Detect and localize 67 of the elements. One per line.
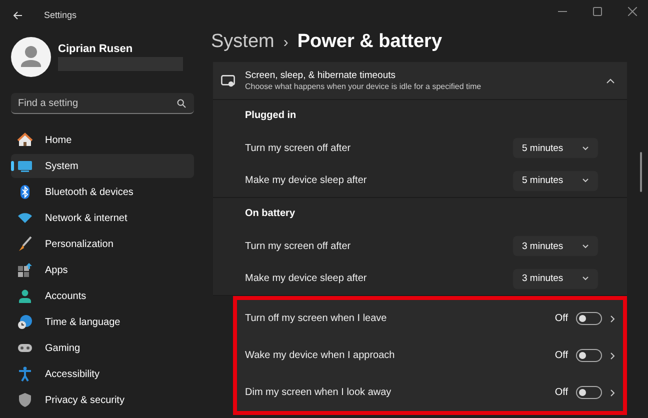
toggle-switch[interactable] (576, 386, 602, 399)
nav-item[interactable]: Bluetooth & devices (11, 180, 194, 204)
search-icon (177, 99, 186, 108)
brush-icon (17, 236, 33, 252)
house-icon (17, 132, 33, 148)
close-icon[interactable] (628, 6, 637, 16)
presence-setting-card[interactable]: Dim my screen when I look away Off (237, 374, 623, 411)
toggle-status: Off (554, 313, 568, 324)
apps-grid-icon (17, 262, 33, 278)
duration-dropdown[interactable]: 5 minutes (513, 170, 598, 191)
setting-label: Make my device sleep after (245, 175, 367, 186)
timeouts-expander-header[interactable]: Screen, sleep, & hibernate timeouts Choose what happens when your device is idle for a specified time (213, 62, 627, 100)
toggle-status: Off (554, 387, 568, 398)
chevron-right-icon (610, 388, 615, 396)
setting-label: Turn my screen off after (245, 142, 351, 154)
nav-item[interactable]: Network & internet (11, 206, 194, 230)
nav-item[interactable]: Gaming (11, 336, 194, 360)
setting-label: Turn my screen off after (245, 240, 351, 252)
nav-item[interactable]: System (11, 154, 194, 178)
section-description: Choose what happens when your device is idle for a specified time (245, 82, 482, 91)
nav-item[interactable]: Accessibility (11, 362, 194, 386)
chevron-right-icon (610, 352, 615, 360)
duration-dropdown[interactable]: 5 minutes (513, 138, 598, 158)
toggle-switch[interactable] (576, 349, 602, 362)
shield-icon (17, 392, 33, 408)
account-name: Ciprian Rusen (58, 43, 134, 55)
chevron-down-icon (582, 146, 589, 151)
section-title: Screen, sleep, & hibernate timeouts (245, 70, 397, 81)
presence-setting-card[interactable]: Wake my device when I approach Off (237, 337, 623, 374)
page-title: Power & battery (297, 31, 442, 53)
group-heading: On battery (244, 207, 296, 221)
monitor-icon (17, 158, 33, 174)
nav-item[interactable]: Home (11, 128, 194, 152)
maximize-icon[interactable] (593, 6, 602, 16)
setting-label: Turn off my screen when I leave (245, 313, 388, 324)
wifi-icon (17, 210, 33, 226)
person-icon (17, 288, 33, 304)
group-heading: Plugged in (244, 109, 298, 123)
nav-item[interactable]: Apps (11, 258, 194, 282)
scrollbar[interactable] (640, 152, 642, 192)
avatar-icon (11, 37, 51, 77)
chevron-down-icon (582, 276, 589, 282)
toggle-switch[interactable] (576, 312, 602, 325)
duration-dropdown[interactable]: 3 minutes (513, 268, 598, 289)
setting-label: Make my device sleep after (245, 273, 367, 284)
nav-item[interactable]: Personalization (11, 232, 194, 256)
nav-item[interactable]: Accounts (11, 284, 194, 308)
search-field[interactable]: Find a setting (11, 93, 194, 114)
nav-item[interactable]: Privacy & security (11, 388, 194, 412)
accessibility-icon (17, 366, 33, 382)
toggle-status: Off (554, 350, 568, 361)
chevron-icon (606, 78, 615, 84)
chevron-down-icon (582, 244, 589, 249)
globe-clock-icon (17, 314, 33, 330)
breadcrumb-separator: › (283, 34, 288, 50)
breadcrumb-parent[interactable]: System (211, 31, 274, 53)
presence-setting-card[interactable]: Turn off my screen when I leave Off (237, 300, 623, 337)
screen-moon-icon (221, 74, 235, 86)
duration-dropdown[interactable]: 3 minutes (513, 236, 598, 256)
setting-label: Dim my screen when I look away (245, 387, 392, 398)
chevron-right-icon (610, 314, 615, 322)
setting-label: Wake my device when I approach (245, 350, 396, 361)
back-icon[interactable] (13, 10, 23, 20)
nav-item[interactable]: Time & language (11, 310, 194, 334)
window-title: Settings (44, 10, 77, 20)
chevron-down-icon (582, 178, 589, 184)
selection-indicator (11, 161, 14, 171)
